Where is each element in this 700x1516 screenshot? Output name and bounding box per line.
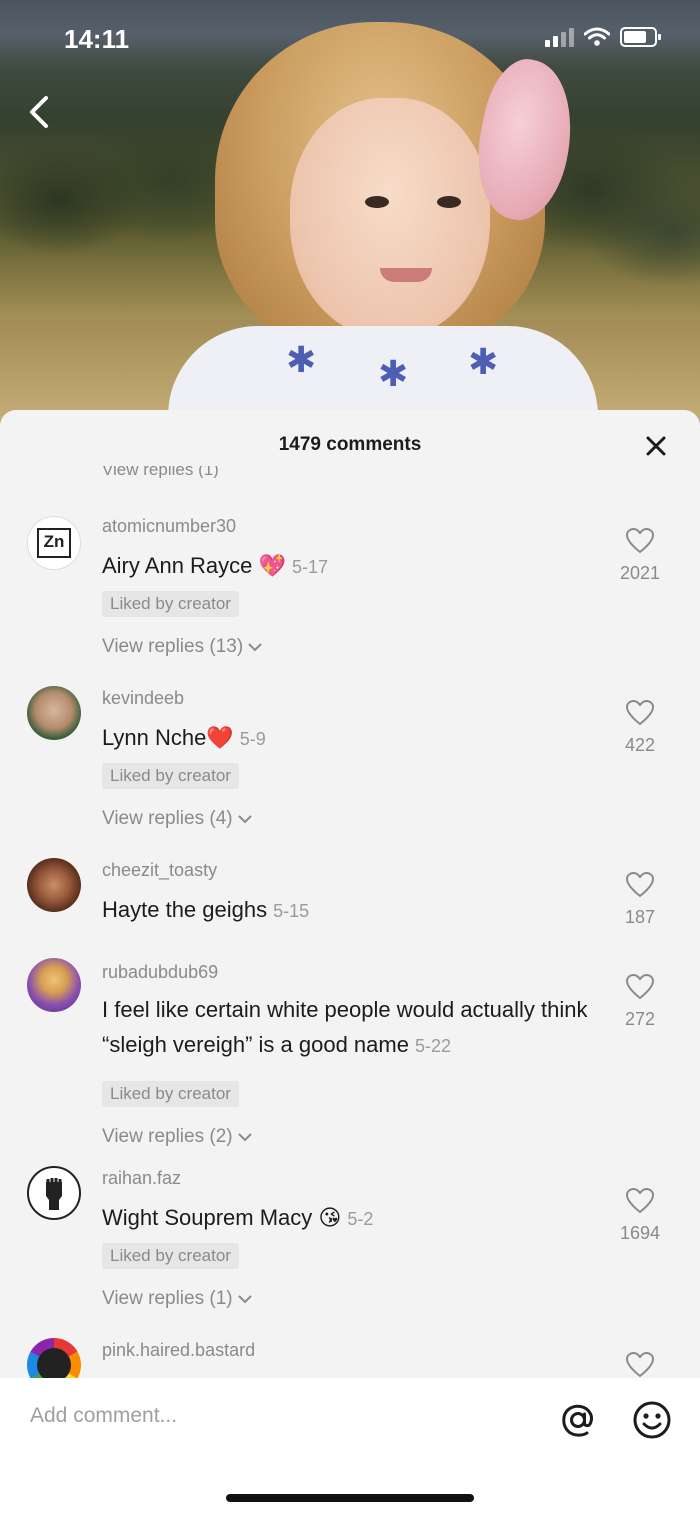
like-button[interactable]: 2021 [600, 527, 680, 584]
palm-print: ✱ [468, 341, 499, 382]
chevron-down-icon [237, 815, 252, 824]
home-indicator [226, 1494, 474, 1502]
comment-date: 5-2 [347, 1209, 374, 1229]
wifi-icon [584, 27, 610, 46]
red-heart-emoji: ❤️ [206, 725, 234, 750]
status-time: 14:11 [64, 24, 130, 54]
view-replies-button[interactable]: View replies (2) [102, 1126, 253, 1148]
back-chevron-icon[interactable] [24, 92, 60, 132]
heart-outline-icon [625, 973, 655, 1000]
liked-by-creator-badge: Liked by creator [102, 591, 239, 617]
chevron-down-icon [248, 643, 262, 652]
child-eye-left [365, 196, 389, 208]
avatar-center [37, 1348, 71, 1382]
heart-outline-icon [625, 1351, 655, 1378]
view-replies-cut[interactable]: View replies (1) [102, 466, 219, 478]
kiss-emoji: 😘 [318, 1205, 342, 1230]
heart-emoji: 💖 [258, 553, 286, 578]
raised-fist-icon [46, 1178, 62, 1210]
liked-by-creator-badge: Liked by creator [102, 763, 239, 789]
comments-sheet: 1479 comments View replies (1) Zn atomic… [0, 410, 700, 1516]
like-button[interactable]: 1694 [600, 1187, 680, 1244]
chevron-down-icon [237, 1295, 252, 1304]
comment-username[interactable]: pink.haired.bastard [102, 1340, 255, 1361]
comment-text: Lynn Nche❤️ 5-9 [102, 725, 266, 750]
liked-by-creator-badge: Liked by creator [102, 1081, 239, 1107]
smiley-icon[interactable] [632, 1400, 672, 1440]
avatar[interactable]: Zn [27, 516, 81, 570]
like-button[interactable]: 187 [600, 871, 680, 928]
avatar[interactable] [27, 958, 81, 1012]
avatar[interactable] [27, 1166, 81, 1220]
comment-text: Hayte the geighs 5-15 [102, 897, 310, 922]
heart-outline-icon [625, 871, 655, 898]
palm-print: ✱ [286, 339, 317, 380]
comment-username[interactable]: rubadubdub69 [102, 962, 218, 983]
battery-icon [620, 27, 661, 47]
like-button[interactable]: 422 [600, 699, 680, 756]
child-eye-right [437, 196, 461, 208]
child-mouth [380, 268, 432, 282]
comment-text: I feel like certain white people would a… [102, 997, 588, 1057]
comment-date: 5-9 [239, 729, 266, 749]
at-icon[interactable] [558, 1400, 598, 1440]
video-background[interactable]: ✱ ✱ ✱ [0, 0, 700, 430]
comments-count-title: 1479 comments [278, 434, 422, 455]
liked-by-creator-badge: Liked by creator [102, 1243, 239, 1269]
status-icons [545, 26, 662, 48]
heart-outline-icon [625, 527, 655, 554]
comment-text: Airy Ann Rayce 💖 5-17 [102, 553, 328, 578]
avatar[interactable] [27, 858, 81, 912]
like-count: 187 [624, 907, 656, 927]
child-face [290, 98, 490, 338]
heart-outline-icon [625, 699, 655, 726]
avatar-element-symbol: Zn [37, 528, 71, 558]
like-count: 2021 [619, 563, 661, 583]
comment-date: 5-17 [291, 557, 328, 577]
comment-date: 5-22 [414, 1036, 451, 1056]
close-icon[interactable] [642, 432, 670, 460]
like-count: 272 [624, 1009, 656, 1029]
comment-date: 5-15 [273, 901, 310, 921]
comment-input-bar: Add comment... [0, 1378, 700, 1516]
view-replies-button[interactable]: View replies (4) [102, 808, 253, 830]
avatar[interactable] [27, 686, 81, 740]
signal-icon [545, 27, 574, 47]
heart-outline-icon [625, 1187, 655, 1214]
like-button[interactable]: 272 [600, 973, 680, 1030]
view-replies-button[interactable]: View replies (13) [102, 636, 263, 658]
like-count: 1694 [619, 1223, 661, 1243]
chevron-down-icon [237, 1133, 252, 1142]
view-replies-button[interactable]: View replies (1) [102, 1288, 253, 1310]
comment-username[interactable]: kevindeeb [102, 688, 184, 709]
comment-username[interactable]: cheezit_toasty [102, 860, 217, 881]
comment-username[interactable]: raihan.faz [102, 1168, 181, 1189]
palm-print: ✱ [378, 353, 409, 394]
comment-username[interactable]: atomicnumber30 [102, 516, 236, 537]
comment-text: Wight Souprem Macy 😘 5-2 [102, 1205, 374, 1230]
like-count: 422 [624, 735, 656, 755]
add-comment-input[interactable]: Add comment... [30, 1404, 177, 1428]
